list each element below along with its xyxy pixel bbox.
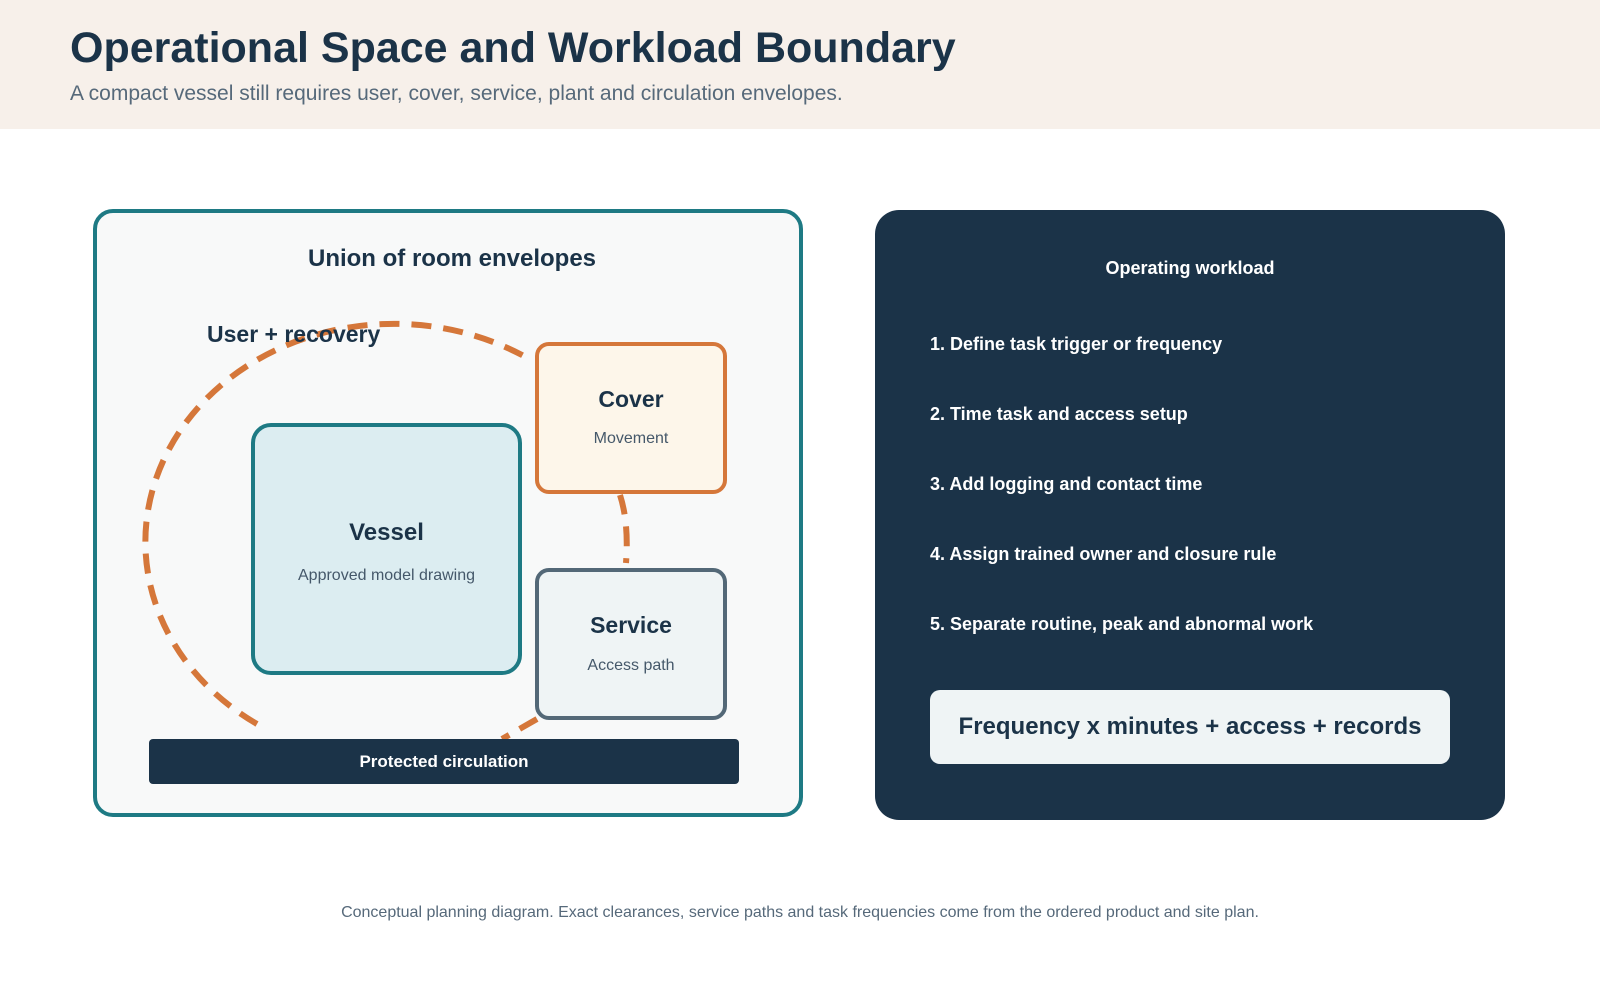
vessel-subtitle: Approved model drawing xyxy=(298,567,475,584)
workload-title: Operating workload xyxy=(1105,258,1275,278)
operating-workload-panel: Operating workload 1. Define task trigge… xyxy=(875,210,1505,820)
cover-envelope: Cover Movement xyxy=(535,342,727,494)
workload-step: 3. Add logging and contact time xyxy=(930,474,1203,494)
workload-formula: Frequency x minutes + access + records xyxy=(930,690,1450,764)
cover-title: Cover xyxy=(598,386,664,412)
page-title: Operational Space and Workload Boundary xyxy=(70,24,956,72)
service-envelope: Service Access path xyxy=(535,568,727,720)
vessel-title: Vessel xyxy=(349,519,424,546)
footnote: Conceptual planning diagram. Exact clear… xyxy=(341,904,1259,921)
service-subtitle: Access path xyxy=(587,657,675,674)
header-band: Operational Space and Workload Boundary … xyxy=(0,0,1600,129)
service-title: Service xyxy=(590,612,672,638)
room-envelopes-panel: Union of room envelopes User + recovery … xyxy=(93,209,803,817)
workload-step: 1. Define task trigger or frequency xyxy=(930,334,1223,354)
cover-subtitle: Movement xyxy=(593,430,669,447)
vessel-envelope: Vessel Approved model drawing xyxy=(251,423,522,675)
workload-step: 4. Assign trained owner and closure rule xyxy=(930,544,1277,564)
protected-circulation-bar: Protected circulation xyxy=(149,739,739,784)
user-recovery-label: User + recovery xyxy=(207,321,381,347)
page-subtitle: A compact vessel still requires user, co… xyxy=(70,82,843,105)
workload-step: 5. Separate routine, peak and abnormal w… xyxy=(930,614,1314,634)
workload-step: 2. Time task and access setup xyxy=(930,404,1188,424)
